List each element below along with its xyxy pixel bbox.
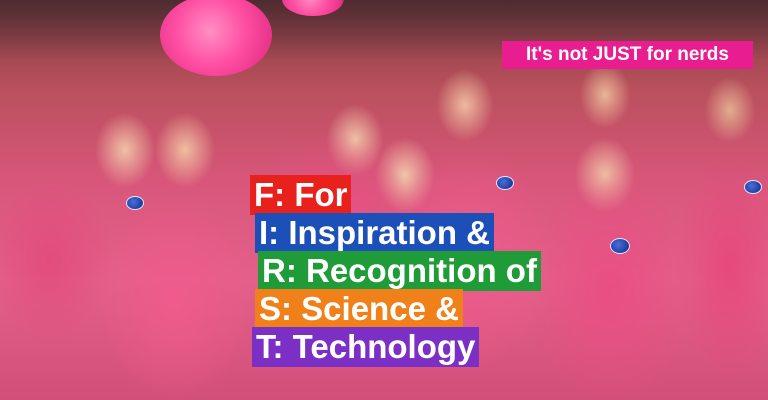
acronym-line-t: T: Technology: [252, 327, 480, 367]
nasa-logo-icon: [610, 238, 630, 254]
acronym-line-i: I: Inspiration &: [255, 213, 494, 253]
nasa-logo-icon: [126, 196, 144, 210]
acronym-line-r: R: Recognition of: [258, 251, 541, 291]
nasa-logo-icon: [496, 176, 514, 190]
pink-pom-pom-icon: [160, 0, 272, 76]
acronym-line-f: F: For: [250, 175, 352, 215]
acronym-line-s: S: Science &: [255, 289, 463, 329]
tagline-banner: It's not JUST for nerds: [502, 41, 753, 69]
nasa-logo-icon: [744, 180, 762, 194]
crowd-photo: It's not JUST for nerds F: For I: Inspir…: [0, 0, 768, 400]
